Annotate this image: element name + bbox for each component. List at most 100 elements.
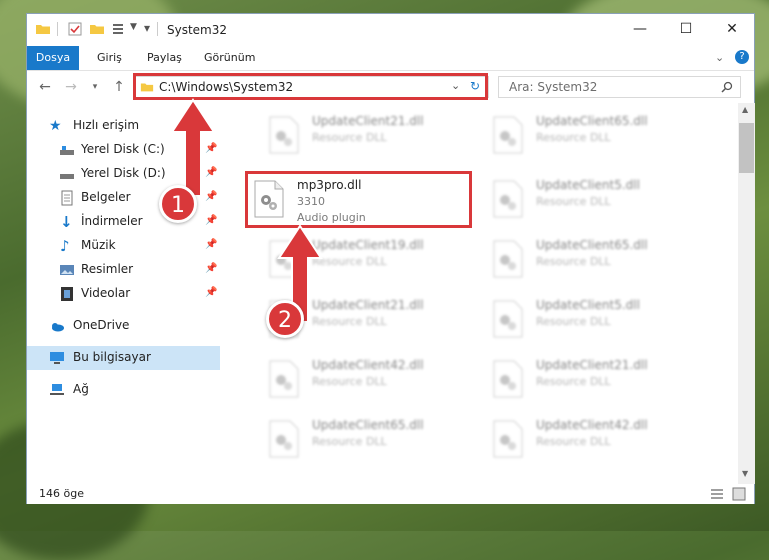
file-name: UpdateClient21.dll [312, 298, 424, 312]
sidebar-item-pictures[interactable]: Resimler 📌 [27, 258, 220, 282]
file-name: UpdateClient21.dll [536, 358, 648, 372]
file-name: UpdateClient19.dll [312, 238, 424, 252]
file-name: UpdateClient42.dll [536, 418, 648, 432]
file-type: Resource DLL [536, 131, 611, 144]
list-item[interactable]: UpdateClient65.dll Resource DLL [488, 236, 716, 286]
file-type: Resource DLL [536, 315, 611, 328]
sidebar-item-label: Müzik [81, 238, 116, 252]
drive-icon [60, 146, 74, 155]
status-bar: 146 öge [27, 484, 754, 504]
drive-icon [60, 174, 74, 179]
file-type: Resource DLL [536, 255, 611, 268]
chevron-down-icon[interactable]: ▼ [130, 22, 137, 32]
window-title: System32 [167, 23, 228, 37]
sidebar-item-this-pc[interactable]: Bu bilgisayar [27, 346, 220, 370]
step-badge-2: 2 [266, 300, 304, 338]
sidebar-item-label: Yerel Disk (C:) [81, 142, 165, 156]
back-arrow-icon[interactable]: ← [35, 77, 55, 97]
sidebar-item-music[interactable]: ♪ Müzik 📌 [27, 234, 220, 258]
dll-file-icon [493, 180, 523, 218]
dll-file-icon [493, 360, 523, 398]
file-name: UpdateClient42.dll [312, 358, 424, 372]
pin-icon[interactable]: 📌 [205, 239, 217, 250]
search-input[interactable]: Ara: System32 [498, 76, 741, 98]
new-folder-icon[interactable] [89, 21, 105, 37]
file-highlight [245, 171, 472, 228]
pin-icon[interactable]: 📌 [205, 215, 217, 226]
file-type: Resource DLL [312, 131, 387, 144]
tab-file[interactable]: Dosya [27, 46, 79, 70]
tab-view[interactable]: Görünüm [204, 46, 255, 70]
file-name: UpdateClient5.dll [536, 178, 640, 192]
file-name: UpdateClient5.dll [536, 298, 640, 312]
item-count: 146 öge [39, 487, 84, 500]
download-icon: ↓ [60, 213, 73, 231]
ribbon-tabs: Dosya Giriş Paylaş Görünüm ⌄ ? [27, 46, 754, 71]
dll-file-icon [493, 116, 523, 154]
document-icon [61, 190, 73, 206]
sidebar-item-label: Hızlı erişim [73, 118, 140, 132]
forward-arrow-icon[interactable]: → [61, 77, 81, 97]
customize-icon[interactable] [111, 21, 127, 37]
title-bar[interactable]: ▼ ▾ System32 — ☐ ✕ [27, 14, 754, 46]
pin-icon[interactable]: 📌 [205, 263, 217, 274]
dll-file-icon [493, 420, 523, 458]
list-item[interactable]: UpdateClient5.dll Resource DLL [488, 176, 716, 226]
sidebar-item-label: OneDrive [73, 318, 130, 332]
close-button[interactable]: ✕ [709, 14, 755, 46]
dll-file-icon [269, 420, 299, 458]
address-bar-highlight [133, 73, 488, 100]
list-item[interactable]: UpdateClient5.dll Resource DLL [488, 296, 716, 346]
video-icon [61, 287, 73, 301]
dll-file-icon [269, 116, 299, 154]
minimize-button[interactable]: — [617, 14, 663, 46]
list-item[interactable]: UpdateClient42.dll Resource DLL [264, 356, 492, 406]
vertical-scrollbar[interactable]: ▲ ▼ [738, 103, 755, 484]
scroll-down-icon[interactable]: ▼ [742, 469, 748, 478]
file-type: Resource DLL [312, 435, 387, 448]
sidebar-item-network[interactable]: Ağ [27, 378, 220, 402]
dll-file-icon [493, 300, 523, 338]
sidebar-item-label: Bu bilgisayar [73, 350, 151, 364]
sidebar-item-onedrive[interactable]: OneDrive [27, 314, 220, 338]
sidebar-item-label: Ağ [73, 382, 89, 396]
help-icon[interactable]: ? [735, 50, 749, 64]
maximize-button[interactable]: ☐ [663, 14, 709, 46]
file-type: Resource DLL [536, 195, 611, 208]
file-name: UpdateClient65.dll [536, 114, 648, 128]
search-icon[interactable] [721, 81, 733, 93]
file-name: UpdateClient21.dll [312, 114, 424, 128]
sidebar-item-videos[interactable]: Videolar 📌 [27, 282, 220, 306]
list-item[interactable]: UpdateClient65.dll Resource DLL [488, 112, 716, 162]
list-item[interactable]: UpdateClient21.dll Resource DLL [488, 356, 716, 406]
list-item[interactable]: UpdateClient21.dll Resource DLL [264, 112, 492, 162]
cloud-icon [52, 323, 64, 332]
file-type: Resource DLL [312, 375, 387, 388]
up-arrow-icon[interactable]: ↑ [109, 77, 129, 97]
properties-icon[interactable] [67, 21, 83, 37]
recent-locations-icon[interactable]: ▾ [85, 77, 105, 97]
list-item[interactable]: UpdateClient65.dll Resource DLL [264, 416, 492, 466]
large-icons-view-icon[interactable] [732, 487, 746, 501]
scrollbar-thumb[interactable] [739, 123, 754, 173]
file-name: UpdateClient65.dll [536, 238, 648, 252]
pin-icon[interactable]: 📌 [205, 287, 217, 298]
tab-home[interactable]: Giriş [97, 46, 122, 70]
sidebar-item-label: Resimler [81, 262, 134, 276]
sidebar-item-label: Videolar [81, 286, 131, 300]
network-icon [50, 384, 64, 395]
sidebar-item-label: İndirmeler [81, 214, 143, 228]
quick-access-dropdown-icon[interactable]: ▾ [144, 21, 150, 35]
list-item[interactable]: UpdateClient42.dll Resource DLL [488, 416, 716, 466]
tab-share[interactable]: Paylaş [147, 46, 182, 70]
file-name: UpdateClient65.dll [312, 418, 424, 432]
dll-file-icon [493, 240, 523, 278]
expand-ribbon-icon[interactable]: ⌄ [715, 51, 724, 64]
pictures-icon [60, 265, 74, 275]
star-icon: ★ [49, 118, 62, 134]
details-view-icon[interactable] [710, 488, 724, 500]
arrow-up-icon [170, 98, 216, 197]
folder-icon [36, 25, 50, 34]
computer-icon [50, 352, 64, 364]
scroll-up-icon[interactable]: ▲ [742, 105, 748, 114]
